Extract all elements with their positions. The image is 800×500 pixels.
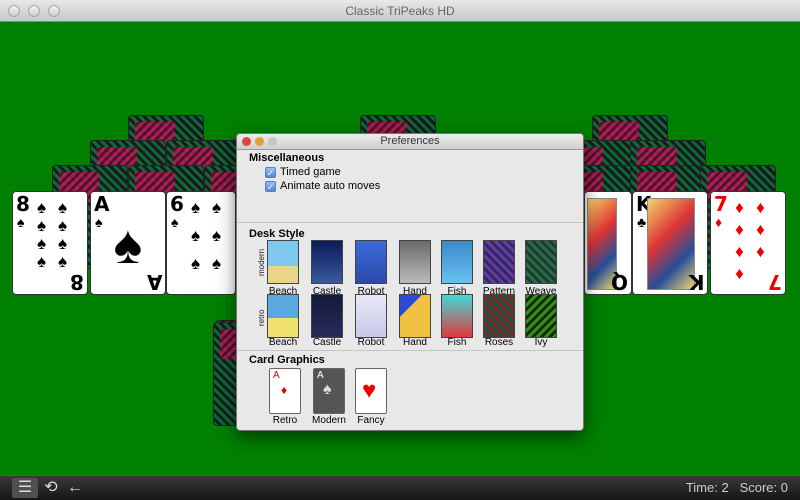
time-value: 2 — [721, 480, 729, 495]
list-icon[interactable]: ☰ — [12, 478, 38, 498]
card-suit: ♦ — [715, 214, 723, 230]
card-rank: 8 — [70, 270, 84, 294]
preferences-title: Preferences — [380, 135, 440, 147]
card-graphics-label: Modern — [312, 415, 346, 426]
animate-auto-moves-label: Animate auto moves — [280, 180, 381, 192]
card-pips: ♠ ♠ ♠ ♠ ♠ ♠ ♠ ♠ — [36, 198, 68, 271]
game-status: Time: 2 Score: 0 — [686, 480, 788, 495]
card-suit: ♠ — [17, 214, 25, 230]
card-pips: ♦ ♦ ♦ ♦ ♦ ♦ ♦ — [735, 198, 765, 283]
desk-retro-fish[interactable] — [441, 294, 473, 338]
card-graphics-label: Retro — [272, 415, 298, 426]
back-arrow-icon[interactable]: ← — [62, 478, 88, 498]
desk-modern-hand[interactable] — [399, 240, 431, 284]
desk-label: Beach — [268, 337, 298, 348]
desk-label: Castle — [312, 337, 342, 348]
divider — [237, 222, 583, 223]
time-label: Time: — [685, 480, 718, 495]
miscellaneous-heading: Miscellaneous — [249, 152, 325, 164]
desk-retro-beach[interactable] — [267, 294, 299, 338]
desk-retro-hand[interactable] — [399, 294, 431, 338]
card-rank: A — [94, 192, 110, 216]
desk-retro-robot[interactable] — [355, 294, 387, 338]
desk-label: Robot — [357, 337, 385, 348]
card-pips: ♠ ♠ ♠ ♠ ♠ ♠ — [190, 198, 222, 273]
desk-label: Ivy — [534, 337, 548, 348]
card-rank: 7 — [714, 192, 728, 216]
card-rank: 8 — [16, 192, 30, 216]
card-rank: 6 — [170, 192, 184, 216]
bottom-toolbar: ☰ ⟲ ← Time: 2 Score: 0 — [0, 475, 800, 500]
desk-modern-robot[interactable] — [355, 240, 387, 284]
refresh-icon[interactable]: ⟲ — [38, 478, 64, 498]
desk-label: Fish — [447, 337, 467, 348]
timed-game-checkbox[interactable]: ✓ Timed game — [265, 166, 341, 178]
card-suit: ♠ — [171, 214, 179, 230]
card-rank: Q — [610, 270, 628, 294]
timed-game-label: Timed game — [280, 166, 341, 178]
retro-row-label: retro — [257, 309, 266, 326]
desk-retro-castle[interactable] — [311, 294, 343, 338]
card-rank: K — [688, 270, 705, 294]
close-preferences-button[interactable] — [242, 137, 251, 146]
card-graphics-modern[interactable]: A ♠ — [313, 368, 345, 414]
desk-modern-pattern[interactable] — [483, 240, 515, 284]
desk-modern-fish[interactable] — [441, 240, 473, 284]
card-graphics-retro[interactable]: A ♦ — [269, 368, 301, 414]
card-7-diamonds[interactable]: 7 ♦ ♦ ♦ ♦ ♦ ♦ ♦ ♦ 7 — [710, 191, 786, 295]
desk-label: Hand — [403, 337, 427, 348]
checkmark-icon: ✓ — [265, 180, 276, 192]
preferences-dialog: Preferences Miscellaneous ✓ Timed game ✓… — [236, 133, 584, 431]
card-8-spades[interactable]: 8 ♠ ♠ ♠ ♠ ♠ ♠ ♠ ♠ ♠ 8 — [12, 191, 88, 295]
window-titlebar: Classic TriPeaks HD — [0, 0, 800, 22]
score-label: Score: — [739, 480, 778, 495]
desk-retro-ivy[interactable] — [525, 294, 557, 338]
desk-style-heading: Desk Style — [249, 228, 305, 240]
spade-icon: ♠ — [113, 215, 143, 275]
desk-modern-weave[interactable] — [525, 240, 557, 284]
desk-retro-roses[interactable] — [483, 294, 515, 338]
card-ace-spades[interactable]: A ♠ ♠ A — [90, 191, 166, 295]
modern-row-label: modern — [257, 248, 266, 276]
minimize-preferences-button[interactable] — [255, 137, 264, 146]
checkmark-icon: ✓ — [265, 166, 276, 178]
card-rank: 7 — [768, 270, 782, 294]
desk-modern-beach[interactable] — [267, 240, 299, 284]
animate-auto-moves-checkbox[interactable]: ✓ Animate auto moves — [265, 180, 380, 192]
card-graphics-label: Fancy — [357, 415, 385, 426]
divider — [237, 350, 583, 351]
preferences-titlebar: Preferences — [237, 134, 583, 150]
card-6-spades[interactable]: 6 ♠ ♠ ♠ ♠ ♠ ♠ ♠ — [166, 191, 236, 295]
zoom-preferences-button[interactable] — [268, 137, 277, 146]
card-queen-clubs[interactable]: Q — [584, 191, 632, 295]
desk-modern-castle[interactable] — [311, 240, 343, 284]
card-graphics-heading: Card Graphics — [249, 354, 325, 366]
card-suit: ♣ — [637, 214, 647, 230]
card-graphics-fancy[interactable]: ♥ — [355, 368, 387, 414]
card-king-clubs[interactable]: K ♣ K — [632, 191, 708, 295]
score-value: 0 — [780, 480, 788, 495]
card-rank: A — [146, 270, 162, 294]
desk-label: Roses — [484, 337, 514, 348]
window-title: Classic TriPeaks HD — [345, 4, 455, 18]
